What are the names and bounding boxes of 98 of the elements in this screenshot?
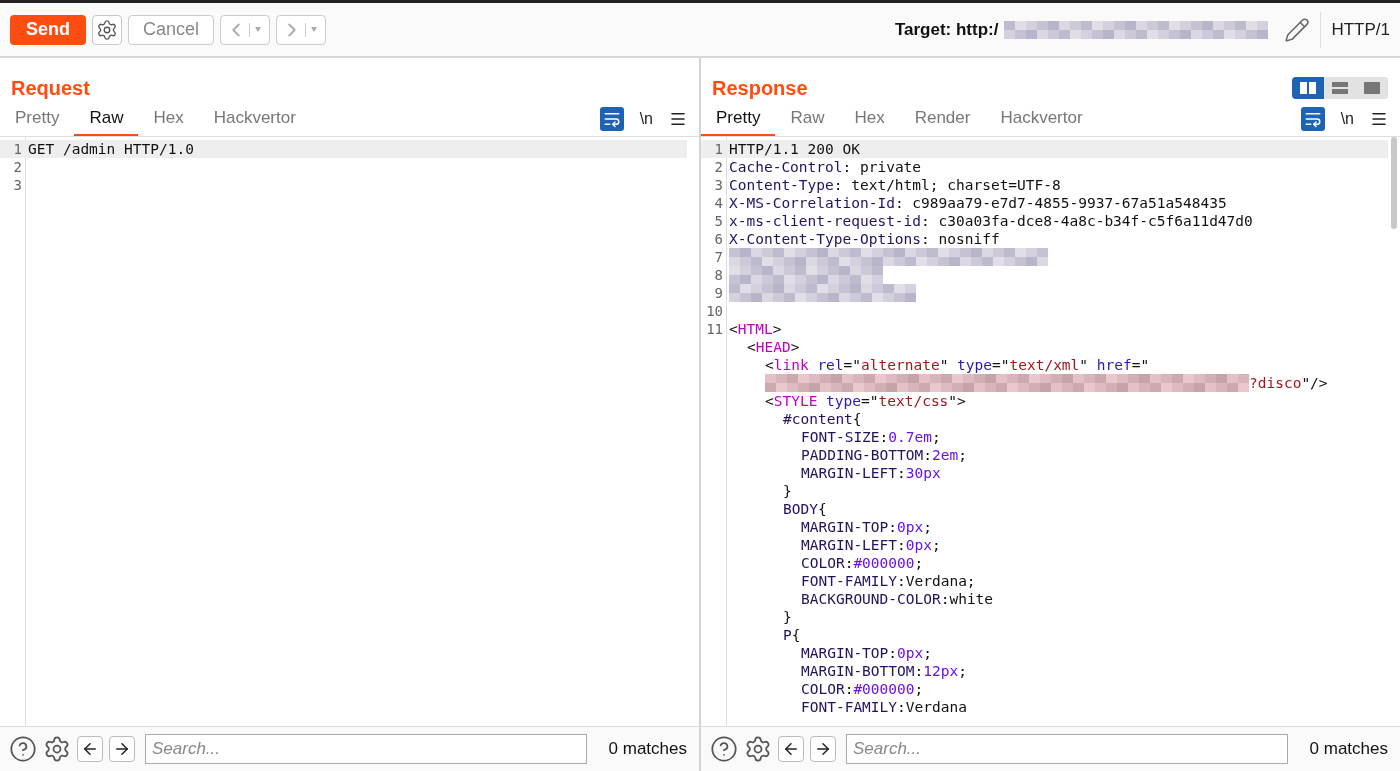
line-number: 11 [705,320,724,338]
code-line: } [782,608,792,626]
target-label: Target: http:/ [894,19,999,40]
view-tab[interactable]: Pretty [701,106,776,136]
code-line: COLOR:#000000; [800,680,924,698]
code-line: MARGIN-TOP:0px; [800,644,932,662]
code-line: MARGIN-TOP:0px; [800,518,932,536]
previous-match-button[interactable] [77,736,103,762]
single-pane-icon [1364,82,1380,94]
match-count: 0 matches [1309,739,1388,759]
line-number: 9 [713,284,724,302]
newline-toggle[interactable]: \n [635,110,657,128]
view-tab[interactable]: Hackvertor [198,106,311,136]
line-number: 3 [713,176,724,194]
line-number: 6 [713,230,724,248]
pencil-icon [1284,16,1311,43]
view-tab[interactable]: Hex [138,106,199,136]
wrap-lines-button[interactable] [599,107,624,131]
help-icon [710,735,738,763]
panel-title: Request [11,76,90,100]
code-line: X-Content-Type-Options: nosniff [728,230,1000,248]
panel-title: Response [712,76,808,100]
help-button[interactable] [710,735,738,763]
menu-button[interactable] [1370,110,1388,128]
code-line: X-MS-Correlation-Id: c989aa79-e7d7-4855-9937-67a51a548435 [728,194,1227,212]
search-field[interactable]: Search... [145,734,587,764]
code-line: COLOR:#000000; [800,554,924,572]
view-tab[interactable]: Raw [775,106,840,136]
code-line: ?disco"/> [727,374,1328,392]
code-line: <HEAD> [746,338,800,356]
code-line: Content-Type: text/html; charset=UTF-8 [728,176,1061,194]
scrollbar-thumb[interactable] [1391,137,1397,229]
view-tab[interactable]: Hackvertor [985,106,1098,136]
code-line: HTTP/1.1 200 OK [728,140,860,158]
protocol-label: HTTP/1 [1320,11,1390,48]
code-editor[interactable] [701,137,1400,726]
cancel-button[interactable]: Cancel [128,14,215,45]
line-number: 7 [713,248,724,266]
menu-icon [669,110,687,128]
code-line: Cache-Control: private [728,158,922,176]
code-line: <STYLE type="text/css"> [764,392,966,410]
settings-icon [744,735,772,763]
search-field[interactable]: Search... [846,734,1288,764]
wrap-icon [1303,110,1322,128]
code-line: MARGIN-BOTTOM:12px; [800,662,967,680]
line-number: 1 [713,140,724,158]
wrap-lines-button[interactable] [1300,107,1325,131]
wrap-icon [602,110,621,128]
help-button[interactable] [9,735,37,763]
layout-toggle[interactable] [1292,77,1324,99]
arrow-right-icon [814,740,832,758]
code-line: } [782,482,792,500]
settings-button[interactable] [92,14,122,45]
settings-button[interactable] [744,735,772,763]
view-tab[interactable]: Hex [839,106,900,136]
code-line: MARGIN-LEFT:0px; [800,536,941,554]
code-line: BACKGROUND-COLOR:white [800,590,994,608]
code-line: <link rel="alternate" type="text/xml" href=" [764,356,1150,374]
code-line: BODY{ [782,500,827,518]
line-number: 8 [713,266,724,284]
arrow-right-icon [113,740,131,758]
settings-icon [96,18,118,41]
line-number: 10 [705,302,724,320]
help-icon [9,735,37,763]
menu-icon [1370,110,1388,128]
layout-toggle[interactable] [1356,77,1388,99]
code-line: #content{ [782,410,862,428]
code-line: <HTML> [728,320,782,338]
view-tab[interactable]: Pretty [0,106,75,136]
line-number: 2 [12,158,23,176]
line-number: 5 [713,212,724,230]
match-count: 0 matches [608,739,687,759]
code-line: x-ms-client-request-id: c30a03fa-dce8-4a8c-b34f-c5f6a11d47d0 [728,212,1253,230]
view-tab[interactable]: Render [899,106,986,136]
send-button[interactable]: Send [10,14,86,45]
line-number: 1 [12,140,23,158]
edit-target-button[interactable] [1284,16,1311,43]
next-match-button[interactable] [109,736,135,762]
code-line: FONT-SIZE:0.7em; [800,428,941,446]
newline-toggle[interactable]: \n [1336,110,1358,128]
view-tab[interactable]: Raw [74,106,139,136]
line-number: 2 [713,158,724,176]
layout-toggle[interactable] [1324,77,1356,99]
code-line: PADDING-BOTTOM:2em; [800,446,967,464]
next-match-button[interactable] [810,736,836,762]
code-line: MARGIN-LEFT:30px [800,464,941,482]
stacked-layout-icon [1332,82,1348,94]
previous-match-button[interactable] [778,736,804,762]
settings-button[interactable] [43,735,71,763]
line-number: 3 [12,176,23,194]
side-by-side-icon [1300,82,1316,94]
code-line: GET /admin HTTP/1.0 [27,140,194,158]
line-number: 4 [713,194,724,212]
code-line: FONT-FAMILY:Verdana [800,698,967,716]
menu-button[interactable] [669,110,687,128]
code-line: P{ [782,626,801,644]
settings-icon [43,735,71,763]
code-line: FONT-FAMILY:Verdana; [800,572,976,590]
